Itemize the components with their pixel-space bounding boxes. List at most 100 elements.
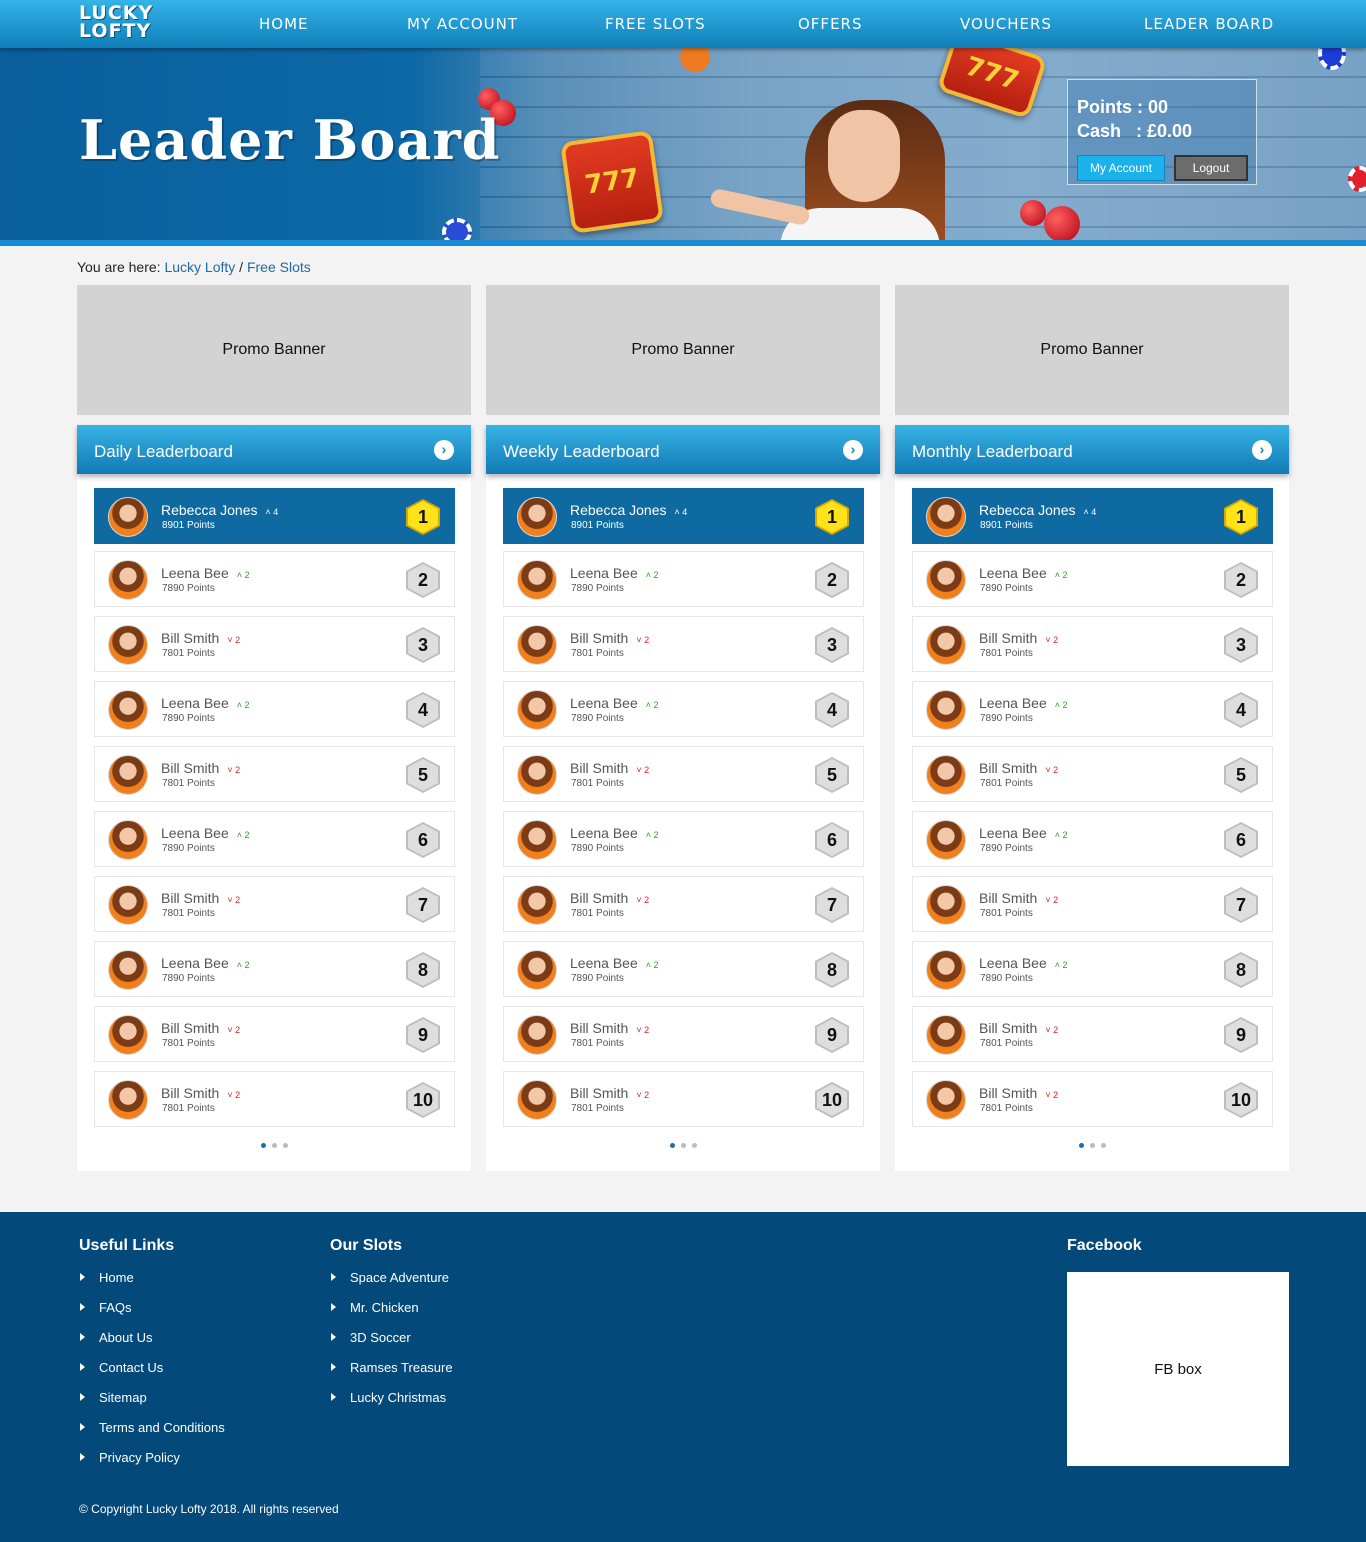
trend-arrow: ˅ <box>636 895 645 905</box>
leaderboard-row[interactable]: Leena Bee ˄ 2 7890 Points 4 <box>503 681 864 737</box>
facebook-box[interactable]: FB box <box>1067 1272 1289 1466</box>
logout-button[interactable]: Logout <box>1174 155 1248 181</box>
leaderboard-row[interactable]: Leena Bee ˄ 2 7890 Points 2 <box>503 551 864 607</box>
player-name: Leena Bee <box>979 955 1047 971</box>
nav-home[interactable]: HOME <box>259 15 309 33</box>
pagination-dot[interactable] <box>271 1143 277 1148</box>
footer-slot-3d-soccer[interactable]: 3D Soccer <box>331 1330 411 1345</box>
leaderboard-row[interactable]: Bill Smith ˅ 2 7801 Points 10 <box>94 1071 455 1127</box>
chevron-right-icon[interactable]: › <box>843 440 863 460</box>
leaderboard-row[interactable]: Leena Bee ˄ 2 7890 Points 2 <box>912 551 1273 607</box>
page-title: Leader Board <box>79 108 501 172</box>
trend-up-icon: ˄ 2 <box>237 830 250 840</box>
promo-banner-1[interactable]: Promo Banner <box>77 285 471 415</box>
footer-link-contact-us[interactable]: Contact Us <box>79 1360 163 1375</box>
breadcrumb-current-link[interactable]: Free Slots <box>247 259 311 275</box>
leaderboard-row[interactable]: Bill Smith ˅ 2 7801 Points 9 <box>503 1006 864 1062</box>
useful-links-title: Useful Links <box>79 1237 175 1254</box>
leaderboard-row[interactable]: Bill Smith ˅ 2 7801 Points 10 <box>503 1071 864 1127</box>
leaderboard-header[interactable]: Daily Leaderboard › <box>77 425 471 474</box>
pagination-dots <box>486 1143 880 1148</box>
footer-link-terms[interactable]: Terms and Conditions <box>80 1420 225 1435</box>
rank-number: 9 <box>1226 1019 1256 1051</box>
rank-badge: 4 <box>815 692 849 728</box>
player-points: 7890 Points <box>571 713 624 724</box>
leaderboard-header[interactable]: Weekly Leaderboard › <box>486 425 880 474</box>
pagination-dot[interactable] <box>691 1143 697 1148</box>
rank-number: 4 <box>408 694 438 726</box>
rank-number: 1 <box>817 501 847 533</box>
pagination-dot[interactable] <box>282 1143 288 1148</box>
leaderboard-header[interactable]: Monthly Leaderboard › <box>895 425 1289 474</box>
chevron-right-icon[interactable]: › <box>434 440 454 460</box>
footer-link-faqs[interactable]: FAQs <box>80 1300 132 1315</box>
pagination-dot[interactable] <box>1100 1143 1106 1148</box>
nav-free-slots[interactable]: FREE SLOTS <box>605 15 706 33</box>
footer-slot-lucky-christmas[interactable]: Lucky Christmas <box>330 1390 446 1405</box>
nav-offers[interactable]: OFFERS <box>798 15 862 33</box>
footer-link-about-us[interactable]: About Us <box>79 1330 152 1345</box>
player-points: 7801 Points <box>162 908 215 919</box>
leaderboard-row[interactable]: Bill Smith ˅ 2 7801 Points 5 <box>94 746 455 802</box>
breadcrumb-home-link[interactable]: Lucky Lofty <box>164 259 235 275</box>
breadcrumb-prefix: You are here: <box>77 259 161 275</box>
player-name-line: Rebecca Jones ˄ 4 <box>161 502 278 518</box>
leaderboard-row[interactable]: Leena Bee ˄ 2 7890 Points 4 <box>94 681 455 737</box>
nav-vouchers[interactable]: VOUCHERS <box>960 15 1052 33</box>
leaderboard-row[interactable]: Bill Smith ˅ 2 7801 Points 7 <box>94 876 455 932</box>
footer-slot-ramses-treasure[interactable]: Ramses Treasure <box>331 1360 453 1375</box>
footer-link-home[interactable]: Home <box>80 1270 134 1285</box>
brand-logo[interactable]: LUCKY LOFTY <box>79 4 161 44</box>
player-points: 7890 Points <box>571 583 624 594</box>
leaderboard-row[interactable]: Bill Smith ˅ 2 7801 Points 10 <box>912 1071 1273 1127</box>
leaderboard-row[interactable]: Bill Smith ˅ 2 7801 Points 7 <box>912 876 1273 932</box>
leaderboard-row[interactable]: Leena Bee ˄ 2 7890 Points 6 <box>94 811 455 867</box>
pagination-dot[interactable] <box>260 1143 266 1148</box>
leaderboard-row[interactable]: Rebecca Jones ˄ 4 8901 Points 1 <box>912 488 1273 544</box>
nav-leader-board[interactable]: LEADER BOARD <box>1144 15 1274 33</box>
leaderboard-row[interactable]: Rebecca Jones ˄ 4 8901 Points 1 <box>94 488 455 544</box>
footer-link-privacy[interactable]: Privacy Policy <box>80 1450 180 1465</box>
leaderboard-title: Monthly Leaderboard <box>912 442 1073 461</box>
promo-banner-2[interactable]: Promo Banner <box>486 285 880 415</box>
trend-arrow: ˄ <box>1054 960 1063 970</box>
leaderboard-row[interactable]: Bill Smith ˅ 2 7801 Points 3 <box>912 616 1273 672</box>
nav-my-account[interactable]: MY ACCOUNT <box>407 15 518 33</box>
player-name-line: Bill Smith ˅ 2 <box>570 890 649 906</box>
leaderboard-row[interactable]: Bill Smith ˅ 2 7801 Points 7 <box>503 876 864 932</box>
leaderboard-row[interactable]: Leena Bee ˄ 2 7890 Points 6 <box>503 811 864 867</box>
promo-banner-3[interactable]: Promo Banner <box>895 285 1289 415</box>
leaderboard-row[interactable]: Leena Bee ˄ 2 7890 Points 8 <box>94 941 455 997</box>
trend-arrow: ˄ <box>645 960 654 970</box>
trend-arrow: ˄ <box>645 700 654 710</box>
leaderboard-row[interactable]: Bill Smith ˅ 2 7801 Points 3 <box>94 616 455 672</box>
leaderboard-row[interactable]: Leena Bee ˄ 2 7890 Points 8 <box>503 941 864 997</box>
pagination-dot[interactable] <box>669 1143 675 1148</box>
leaderboard-row[interactable]: Bill Smith ˅ 2 7801 Points 9 <box>94 1006 455 1062</box>
leaderboard-row[interactable]: Leena Bee ˄ 2 7890 Points 2 <box>94 551 455 607</box>
leaderboard-row[interactable]: Rebecca Jones ˄ 4 8901 Points 1 <box>503 488 864 544</box>
leaderboard-row[interactable]: Leena Bee ˄ 2 7890 Points 4 <box>912 681 1273 737</box>
leaderboard-row[interactable]: Bill Smith ˅ 2 7801 Points 3 <box>503 616 864 672</box>
my-account-button[interactable]: My Account <box>1077 155 1165 181</box>
footer-slot-space-adventure[interactable]: Space Adventure <box>330 1270 449 1285</box>
leaderboard-row[interactable]: Bill Smith ˅ 2 7801 Points 5 <box>912 746 1273 802</box>
footer-slot-mr-chicken[interactable]: Mr. Chicken <box>331 1300 419 1315</box>
rank-badge: 3 <box>815 627 849 663</box>
pagination-dots <box>895 1143 1289 1148</box>
footer-link-sitemap[interactable]: Sitemap <box>80 1390 147 1405</box>
leaderboard-card: Rebecca Jones ˄ 4 8901 Points 1 Leena Bee ˄ 2… <box>895 474 1289 1171</box>
leaderboard-row[interactable]: Bill Smith ˅ 2 7801 Points 5 <box>503 746 864 802</box>
leaderboard-row[interactable]: Leena Bee ˄ 2 7890 Points 6 <box>912 811 1273 867</box>
trend-arrow: ˅ <box>227 1025 236 1035</box>
pagination-dot[interactable] <box>680 1143 686 1148</box>
player-points: 7890 Points <box>162 973 215 984</box>
leaderboard-row[interactable]: Leena Bee ˄ 2 7890 Points 8 <box>912 941 1273 997</box>
pagination-dot[interactable] <box>1078 1143 1084 1148</box>
facebook-title: Facebook <box>1067 1237 1142 1254</box>
chevron-right-icon[interactable]: › <box>1252 440 1272 460</box>
rank-number: 8 <box>817 954 847 986</box>
pagination-dot[interactable] <box>1089 1143 1095 1148</box>
leaderboard-row[interactable]: Bill Smith ˅ 2 7801 Points 9 <box>912 1006 1273 1062</box>
trend-delta: 2 <box>1062 830 1068 840</box>
